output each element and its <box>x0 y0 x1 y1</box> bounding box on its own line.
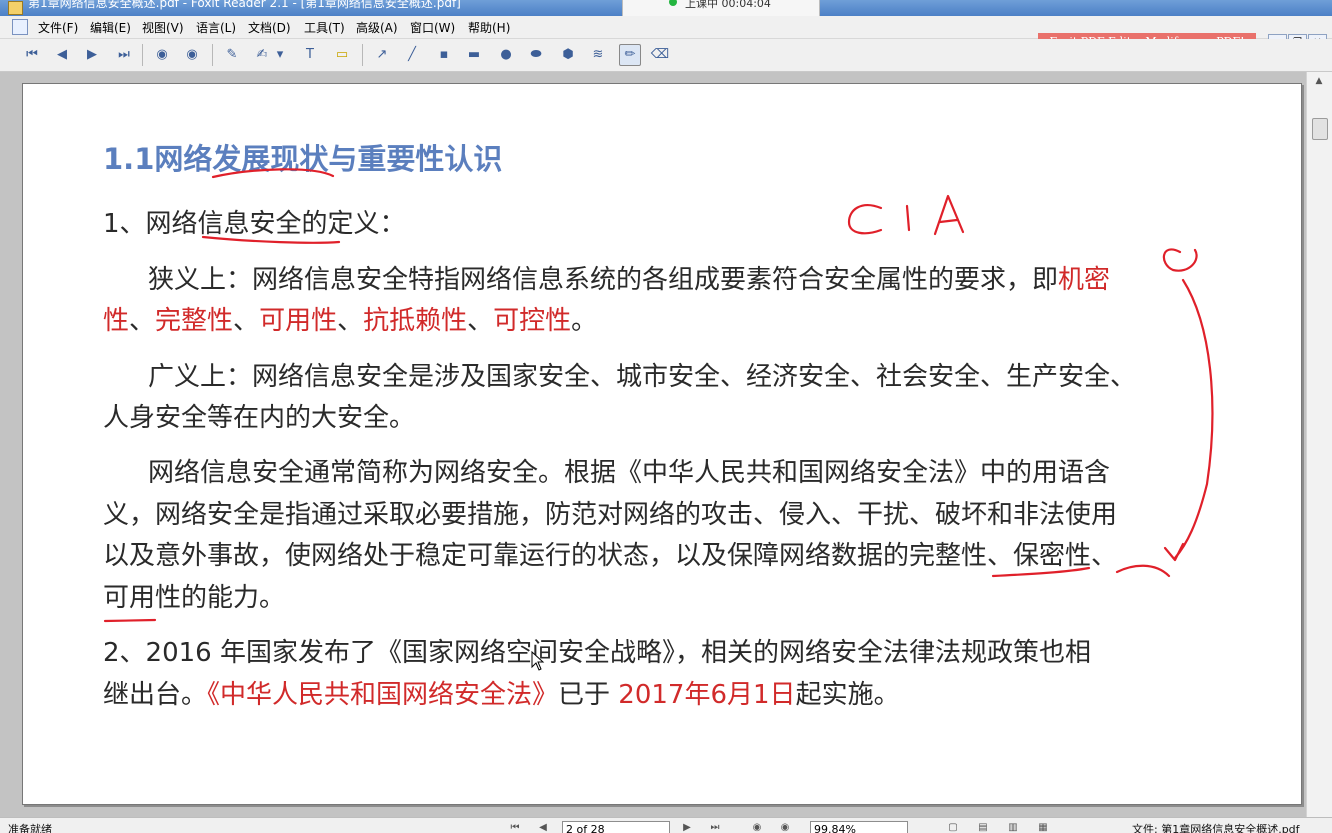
status-ready-text: 准备就绪 <box>8 823 52 833</box>
menu-edit[interactable]: 编辑(E) <box>90 19 131 36</box>
availability-underline <box>103 618 157 623</box>
toolbar: ⏮ ◀ ▶ ⏭ ◉ ◉ ✎ ✍ ▾ T ▭ ↗ ╱ ▪ ▬ ● ⬬ ⬢ ≋ ✏ … <box>0 39 1332 72</box>
circle-tool-icon[interactable]: ● <box>496 45 516 65</box>
menu-view[interactable]: 视图(V) <box>142 19 184 36</box>
next-page-icon[interactable]: ▶ <box>82 45 102 65</box>
definition-underline <box>201 235 341 244</box>
menu-file[interactable]: 文件(F) <box>38 19 78 36</box>
chevron-down-icon[interactable]: ▾ <box>274 45 286 65</box>
status-bar: 准备就绪 ⏮ ◀ 2 of 28 ▶ ⏭ ◉ ◉ 99.84% ▢ ▤ ▥ ▦ … <box>0 817 1332 833</box>
recording-status: 上课中 00:04:04 <box>685 0 771 10</box>
scroll-up-icon[interactable]: ▲ <box>1312 76 1326 88</box>
typewriter-icon[interactable]: ✎ <box>222 45 242 65</box>
forward-icon[interactable]: ◉ <box>182 45 202 65</box>
status-next-page-icon[interactable]: ▶ <box>680 822 694 833</box>
vertical-scrollbar[interactable]: ▲ <box>1306 72 1332 817</box>
arrow-loop-stroke <box>1162 248 1198 272</box>
menu-document[interactable]: 文档(D) <box>248 19 291 36</box>
last-page-icon[interactable]: ⏭ <box>114 45 134 65</box>
cia-i-letter <box>905 204 911 232</box>
toolbar-separator <box>142 44 143 66</box>
eraser-tool-icon[interactable]: ⌫ <box>650 45 670 65</box>
continuous-facing-view-icon[interactable]: ▦ <box>1036 822 1050 833</box>
arrow-to-confidentiality <box>1173 278 1214 560</box>
foxit-app-icon[interactable] <box>8 1 23 15</box>
status-file-name: 文件: 第1章网络信息安全概述.pdf <box>1132 823 1300 833</box>
text-tool-icon[interactable]: T <box>300 45 320 65</box>
continuous-view-icon[interactable]: ▤ <box>976 822 990 833</box>
heading-underline <box>211 168 335 179</box>
square-tool-icon[interactable]: ▬ <box>464 45 484 65</box>
integrity-underline <box>991 566 1091 578</box>
highlight-icon[interactable]: ✍ <box>252 45 272 65</box>
window-title: 第1章网络信息安全概述.pdf - Foxit Reader 2.1 - [第1… <box>28 0 461 10</box>
back-icon[interactable]: ◉ <box>152 45 172 65</box>
previous-page-icon[interactable]: ◀ <box>52 45 72 65</box>
document-icon[interactable] <box>12 19 28 35</box>
menu-help[interactable]: 帮助(H) <box>468 19 510 36</box>
menu-window[interactable]: 窗口(W) <box>410 19 455 36</box>
pencil-tool-icon[interactable]: ✏ <box>619 44 641 66</box>
status-first-page-icon[interactable]: ⏮ <box>508 822 522 833</box>
page-number-box[interactable]: 2 of 28 <box>562 821 670 833</box>
menu-advanced[interactable]: 高级(A) <box>356 19 398 36</box>
note-icon[interactable]: ▭ <box>332 45 352 65</box>
status-forward-icon[interactable]: ◉ <box>778 822 792 833</box>
recording-dot-icon <box>669 0 677 6</box>
menu-tools[interactable]: 工具(T) <box>304 19 345 36</box>
ellipse-tool-icon[interactable]: ⬬ <box>526 45 546 65</box>
zoom-box[interactable]: 99.84% <box>810 821 908 833</box>
status-prev-page-icon[interactable]: ◀ <box>536 822 550 833</box>
rectangle-tool-icon[interactable]: ▪ <box>434 45 454 65</box>
single-page-view-icon[interactable]: ▢ <box>946 822 960 833</box>
toolbar-separator <box>362 44 363 66</box>
pdf-page: 1.1网络发展现状与重要性认识 1、网络信息安全的定义： 狭义上：网络信息安全特… <box>22 83 1302 805</box>
recording-overlay[interactable]: 上课中 00:04:04 <box>622 0 820 17</box>
cia-a-letter <box>933 194 965 236</box>
line-tool-icon[interactable]: ╱ <box>402 45 422 65</box>
status-back-icon[interactable]: ◉ <box>750 822 764 833</box>
toolbar-separator <box>212 44 213 66</box>
menu-language[interactable]: 语言(L) <box>196 19 236 36</box>
polygon-tool-icon[interactable]: ⬢ <box>558 45 578 65</box>
status-last-page-icon[interactable]: ⏭ <box>708 822 722 833</box>
confidentiality-underline <box>1115 564 1171 578</box>
facing-view-icon[interactable]: ▥ <box>1006 822 1020 833</box>
first-page-icon[interactable]: ⏮ <box>22 45 42 65</box>
menu-bar: 文件(F) 编辑(E) 视图(V) 语言(L) 文档(D) 工具(T) 高级(A… <box>0 16 1332 52</box>
mouse-cursor-icon <box>531 651 545 671</box>
document-view[interactable]: 1.1网络发展现状与重要性认识 1、网络信息安全的定义： 狭义上：网络信息安全特… <box>0 72 1332 817</box>
scroll-thumb[interactable] <box>1312 118 1328 140</box>
pencil-annotations <box>103 168 1214 623</box>
arrow-tool-icon[interactable]: ↗ <box>372 45 392 65</box>
cloud-tool-icon[interactable]: ≋ <box>588 45 608 65</box>
cia-c-letter <box>847 204 883 235</box>
